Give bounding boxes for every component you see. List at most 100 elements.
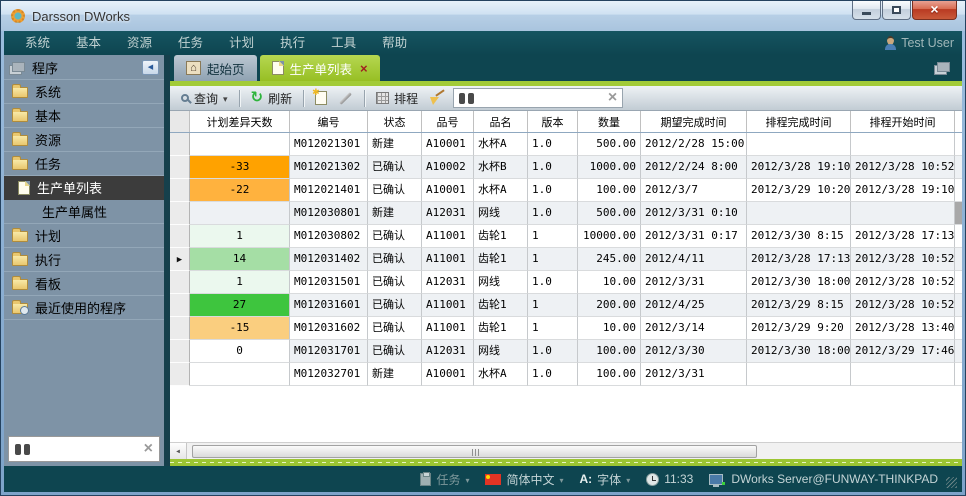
bottom-splitter[interactable] bbox=[170, 459, 962, 466]
menu-item[interactable]: 基本 bbox=[63, 31, 114, 55]
sidebar-item[interactable]: 生产单属性 bbox=[4, 200, 164, 224]
resize-grip-icon[interactable] bbox=[946, 477, 957, 488]
row-selector-cell[interactable] bbox=[170, 317, 190, 340]
new-button[interactable] bbox=[312, 90, 330, 106]
clean-button[interactable] bbox=[426, 90, 448, 107]
minimize-button[interactable] bbox=[852, 1, 881, 20]
column-header-expect[interactable]: 期望完成时间 bbox=[641, 111, 747, 132]
cell-version: 1.0 bbox=[528, 340, 578, 363]
row-selector-cell[interactable] bbox=[170, 363, 190, 386]
cell-status: 已确认 bbox=[368, 340, 422, 363]
sidebar-item[interactable]: 生产单列表 bbox=[4, 176, 164, 200]
menu-item[interactable]: 任务 bbox=[165, 31, 216, 55]
column-header-status[interactable]: 状态 bbox=[368, 111, 422, 132]
cell-item_no: A12031 bbox=[422, 202, 474, 225]
language-menu[interactable]: 简体中文 bbox=[485, 471, 563, 488]
sidebar-search-clear-icon[interactable] bbox=[144, 440, 153, 458]
toolbar-search-input[interactable] bbox=[479, 91, 603, 105]
user-icon bbox=[884, 36, 896, 50]
sidebar-collapse-button[interactable] bbox=[142, 60, 159, 75]
close-button[interactable] bbox=[912, 1, 957, 20]
column-header-sched_start[interactable]: 排程开始时间 bbox=[851, 111, 955, 132]
font-menu[interactable]: A: 字体 bbox=[580, 471, 631, 488]
sidebar-item[interactable]: 基本 bbox=[4, 104, 164, 128]
scroll-left-button[interactable] bbox=[170, 443, 187, 459]
column-header-sched_end[interactable]: 排程完成时间 bbox=[747, 111, 851, 132]
horizontal-scrollbar[interactable] bbox=[170, 442, 962, 459]
sidebar-item[interactable]: 最近使用的程序 bbox=[4, 296, 164, 320]
cell-status: 已确认 bbox=[368, 271, 422, 294]
table-row[interactable]: 1M012031501已确认A12031网线1.010.002012/3/312… bbox=[170, 271, 962, 294]
cell-item_name: 网线 bbox=[474, 340, 528, 363]
menu-item[interactable]: 资源 bbox=[114, 31, 165, 55]
schedule-button[interactable]: 排程 bbox=[373, 89, 421, 108]
server-icon bbox=[709, 474, 723, 485]
table-row[interactable]: M012030801新建A12031网线1.0500.002012/3/31 0… bbox=[170, 202, 962, 225]
refresh-button[interactable]: 刷新 bbox=[248, 89, 296, 108]
menu-item[interactable]: 执行 bbox=[267, 31, 318, 55]
sidebar-item[interactable]: 计划 bbox=[4, 224, 164, 248]
task-label: 任务 bbox=[436, 471, 460, 488]
row-selector-cell[interactable] bbox=[170, 340, 190, 363]
cell-code: M012021301 bbox=[290, 133, 368, 156]
table-row[interactable]: -22M012021401已确认A10001水杯A1.0100.002012/3… bbox=[170, 179, 962, 202]
row-selector-cell[interactable] bbox=[170, 271, 190, 294]
table-row[interactable]: -33M012021302已确认A10002水杯B1.01000.002012/… bbox=[170, 156, 962, 179]
task-menu[interactable]: 任务 bbox=[420, 471, 469, 488]
sidebar-search-input[interactable] bbox=[35, 442, 139, 456]
query-button[interactable]: 查询 bbox=[178, 89, 231, 108]
menu-item[interactable]: 系统 bbox=[12, 31, 63, 55]
sidebar-item[interactable]: 执行 bbox=[4, 248, 164, 272]
row-selector-cell[interactable] bbox=[170, 133, 190, 156]
cell-status: 已确认 bbox=[368, 317, 422, 340]
row-selector-cell[interactable] bbox=[170, 202, 190, 225]
sidebar-item[interactable]: 系统 bbox=[4, 80, 164, 104]
cell-item_no: A12031 bbox=[422, 340, 474, 363]
row-selector-cell[interactable] bbox=[170, 294, 190, 317]
cell-qty: 200.00 bbox=[578, 294, 641, 317]
maximize-icon bbox=[892, 6, 901, 14]
tab-close-icon[interactable] bbox=[360, 61, 368, 76]
row-selector-cell[interactable] bbox=[170, 225, 190, 248]
table-row[interactable]: M012032701新建A10001水杯A1.0100.002012/3/31 bbox=[170, 363, 962, 386]
column-header-item_name[interactable]: 品名 bbox=[474, 111, 528, 132]
table-row[interactable]: M012021301新建A10001水杯A1.0500.002012/2/28 … bbox=[170, 133, 962, 156]
row-selector-cell[interactable] bbox=[170, 179, 190, 202]
menu-item[interactable]: 帮助 bbox=[369, 31, 420, 55]
toolbar-search-clear-icon[interactable] bbox=[608, 91, 617, 105]
tab-strip: 起始页生产单列表 bbox=[170, 55, 962, 81]
sidebar-item[interactable]: 看板 bbox=[4, 272, 164, 296]
scrollbar-thumb[interactable] bbox=[192, 445, 757, 458]
tab[interactable]: 生产单列表 bbox=[260, 55, 380, 81]
table-row[interactable]: 27M012031601已确认A11001齿轮11200.002012/4/25… bbox=[170, 294, 962, 317]
table-row[interactable]: 1M012030802已确认A11001齿轮1110000.002012/3/3… bbox=[170, 225, 962, 248]
row-selector-cell[interactable] bbox=[170, 156, 190, 179]
user-badge[interactable]: Test User bbox=[884, 36, 954, 50]
sidebar-item[interactable]: 任务 bbox=[4, 152, 164, 176]
menu-item[interactable]: 计划 bbox=[216, 31, 267, 55]
column-header-diff[interactable]: 计划差异天数 bbox=[190, 111, 290, 132]
column-header-qty[interactable]: 数量 bbox=[578, 111, 641, 132]
refresh-label: 刷新 bbox=[268, 90, 292, 107]
table-row[interactable]: 0M012031701已确认A12031网线1.0100.002012/3/30… bbox=[170, 340, 962, 363]
edit-button[interactable] bbox=[335, 96, 356, 101]
cell-version: 1 bbox=[528, 225, 578, 248]
table-row[interactable]: 14M012031402已确认A11001齿轮11245.002012/4/11… bbox=[170, 248, 962, 271]
programs-icon bbox=[12, 62, 25, 72]
table-row[interactable]: -15M012031602已确认A11001齿轮1110.002012/3/14… bbox=[170, 317, 962, 340]
menu-item[interactable]: 工具 bbox=[318, 31, 369, 55]
column-header-item_no[interactable]: 品号 bbox=[422, 111, 474, 132]
windows-list-icon[interactable] bbox=[937, 62, 950, 72]
folder-icon bbox=[12, 159, 28, 170]
maximize-button[interactable] bbox=[882, 1, 911, 20]
column-header-flag[interactable]: 首 bbox=[955, 111, 962, 132]
title-bar[interactable]: Darsson DWorks bbox=[1, 1, 965, 31]
current-row-selector[interactable] bbox=[170, 248, 190, 271]
sidebar-item[interactable]: 资源 bbox=[4, 128, 164, 152]
tab[interactable]: 起始页 bbox=[174, 55, 257, 81]
cell-flag bbox=[955, 271, 962, 294]
column-header-code[interactable]: 编号 bbox=[290, 111, 368, 132]
cell-code: M012032701 bbox=[290, 363, 368, 386]
column-header-version[interactable]: 版本 bbox=[528, 111, 578, 132]
cell-sched_end bbox=[747, 363, 851, 386]
